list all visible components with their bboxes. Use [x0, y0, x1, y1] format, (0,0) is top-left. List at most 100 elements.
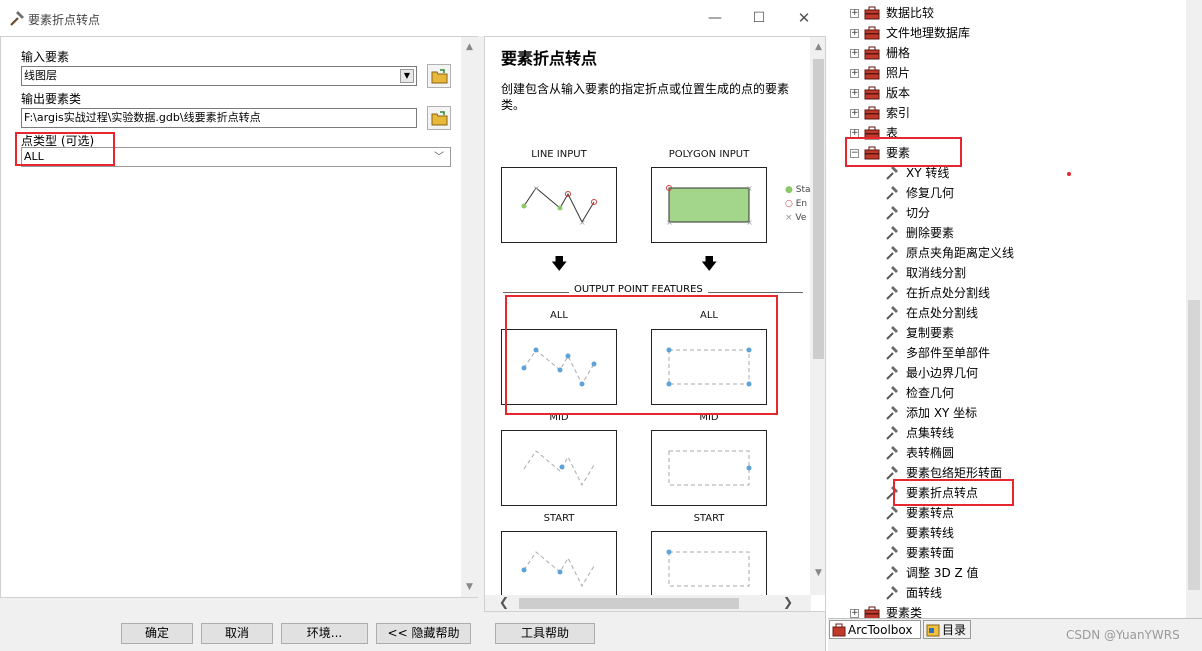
chevron-down-icon[interactable]: ﹀	[434, 149, 444, 166]
hammer-icon	[886, 546, 898, 560]
tree-scroll-thumb[interactable]	[1188, 300, 1200, 590]
expand-icon[interactable]: +	[850, 609, 859, 618]
cancel-button[interactable]: 取消	[201, 623, 273, 644]
hammer-icon	[886, 246, 898, 260]
help-title: 要素折点转点	[501, 49, 598, 68]
minimize-button[interactable]: —	[700, 6, 730, 30]
expand-icon[interactable]: +	[850, 29, 859, 38]
hide-help-button[interactable]: << 隐藏帮助	[376, 623, 471, 644]
tool-item[interactable]: 复制要素	[884, 323, 1184, 343]
output-all-highlight	[505, 295, 778, 415]
hammer-icon	[886, 366, 898, 380]
output-class-input[interactable]: F:\argis实战过程\实验数据.gdb\线要素折点转点	[21, 108, 417, 128]
hammer-icon	[886, 446, 898, 460]
expand-icon[interactable]: +	[850, 89, 859, 98]
browse-input-button[interactable]	[427, 64, 451, 88]
scroll-up-icon[interactable]: ▲	[461, 39, 478, 56]
scroll-up-icon[interactable]: ▲	[810, 39, 825, 56]
tool-item[interactable]: 要素转线	[884, 523, 1184, 543]
hammer-icon	[886, 406, 898, 420]
help-description: 创建包含从输入要素的指定折点或位置生成的点的要素类。	[501, 82, 790, 112]
toolset-row[interactable]: + 数据比较	[848, 3, 1178, 23]
output-header: OUTPUT POINT FEATURES	[569, 284, 708, 295]
tool-item[interactable]: 切分	[884, 203, 1184, 223]
toolset-row[interactable]: + 版本	[848, 83, 1178, 103]
scroll-left-icon[interactable]: ❮	[499, 595, 509, 609]
hammer-icon	[886, 226, 898, 240]
output-class-label: 输出要素类	[21, 92, 82, 106]
tool-item[interactable]: 在折点处分割线	[884, 283, 1184, 303]
scroll-down-icon[interactable]: ▼	[461, 579, 478, 596]
hammer-icon	[886, 306, 898, 320]
folder-icon	[431, 69, 448, 84]
help-scrollbar[interactable]: ▲ ▼	[810, 37, 825, 595]
tool-label: 面转线	[906, 586, 943, 600]
tool-item[interactable]: 要素转面	[884, 543, 1184, 563]
tool-item[interactable]: 调整 3D Z 值	[884, 563, 1184, 583]
toolset-row[interactable]: + 照片	[848, 63, 1178, 83]
toolset-label: 照片	[886, 66, 911, 80]
legend-end: ○ En	[785, 199, 808, 209]
toolset-row[interactable]: + 索引	[848, 103, 1178, 123]
tool-label: 在点处分割线	[906, 306, 979, 320]
tool-item[interactable]: 添加 XY 坐标	[884, 403, 1184, 423]
tool-item[interactable]: 最小边界几何	[884, 363, 1184, 383]
tool-item[interactable]: 表转椭圆	[884, 443, 1184, 463]
tool-item[interactable]: 删除要素	[884, 223, 1184, 243]
tool-item[interactable]: 原点夹角距离定义线	[884, 243, 1184, 263]
tool-item[interactable]: 在点处分割线	[884, 303, 1184, 323]
dropdown-arrow-icon[interactable]: ▼	[400, 69, 414, 83]
help-hscroll-thumb[interactable]	[519, 598, 739, 609]
hammer-icon	[886, 326, 898, 340]
tree-scrollbar[interactable]	[1186, 0, 1202, 618]
toolset-row[interactable]: + 文件地理数据库	[848, 23, 1178, 43]
hammer-icon	[886, 286, 898, 300]
tool-item[interactable]: 多部件至单部件	[884, 343, 1184, 363]
close-button[interactable]: ✕	[789, 6, 819, 30]
tool-label: 复制要素	[906, 326, 955, 340]
parameters-panel: 输入要素 线图层 ▼ 输出要素类 F:\argis实战过程\实验数据.gdb\线…	[0, 36, 478, 598]
folder-icon	[431, 111, 448, 126]
tool-item[interactable]: 点集转线	[884, 423, 1184, 443]
scroll-down-icon[interactable]: ▼	[810, 565, 825, 582]
expand-icon[interactable]: +	[850, 9, 859, 18]
scroll-right-icon[interactable]: ❯	[783, 595, 793, 609]
ok-button[interactable]: 确定	[121, 623, 193, 644]
tool-help-button[interactable]: 工具帮助	[495, 623, 595, 644]
tool-item[interactable]: 修复几何	[884, 183, 1184, 203]
tool-item[interactable]: 面转线	[884, 583, 1184, 603]
input-features-value: 线图层	[24, 69, 57, 82]
mid-polygon-figure	[651, 430, 767, 506]
expand-icon[interactable]: +	[850, 69, 859, 78]
watermark: CSDN @YuanYWRS	[1066, 628, 1180, 642]
toolset-row[interactable]: + 栅格	[848, 43, 1178, 63]
arrow-down-icon: 🡇	[701, 254, 718, 273]
hammer-icon	[886, 206, 898, 220]
help-hscrollbar[interactable]: ❮ ❯	[485, 595, 811, 611]
tab-arctoolbox[interactable]: ArcToolbox	[829, 620, 921, 639]
tool-item[interactable]: 要素转点	[884, 503, 1184, 523]
help-scroll-thumb[interactable]	[813, 59, 824, 359]
toolset-label: 数据比较	[886, 6, 935, 20]
hammer-icon	[886, 506, 898, 520]
browse-output-button[interactable]	[427, 106, 451, 130]
parameters-scrollbar[interactable]: ▲ ▼	[461, 37, 478, 597]
hammer-icon	[886, 186, 898, 200]
tool-label: 添加 XY 坐标	[906, 406, 978, 420]
tool-label: 要素转面	[906, 546, 955, 560]
environments-button[interactable]: 环境...	[281, 623, 368, 644]
tool-label: 多部件至单部件	[906, 346, 991, 360]
tool-item[interactable]: 取消线分割	[884, 263, 1184, 283]
expand-icon[interactable]: +	[850, 49, 859, 58]
title-bar: 要素折点转点 — ☐ ✕	[0, 0, 826, 36]
expand-icon[interactable]: +	[850, 109, 859, 118]
point-type-highlight	[15, 132, 115, 166]
legend-start: ● Sta	[785, 185, 811, 195]
tab-catalog[interactable]: 目录	[923, 620, 971, 639]
tool-item[interactable]: 检查几何	[884, 383, 1184, 403]
maximize-button[interactable]: ☐	[744, 6, 774, 30]
svg-text:×: ×	[533, 184, 540, 193]
tool-label: 在折点处分割线	[906, 286, 991, 300]
input-features-combo[interactable]: 线图层 ▼	[21, 66, 417, 86]
legend-vertex: × Ve	[785, 213, 807, 223]
